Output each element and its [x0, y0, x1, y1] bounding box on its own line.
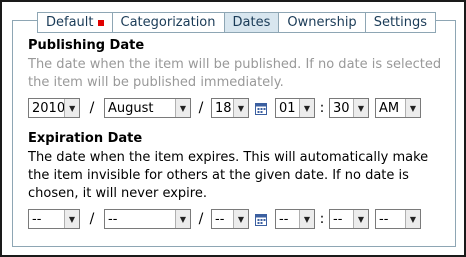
expiration-ampm-value: -- [379, 211, 389, 227]
chevron-down-icon: ▼ [175, 210, 190, 228]
time-separator: : [319, 100, 325, 116]
date-separator: / [89, 211, 95, 227]
publishing-hour-select[interactable]: 01 ▼ [275, 98, 315, 118]
publishing-minute-select[interactable]: 30 ▼ [329, 98, 369, 118]
publishing-description: The date when the item will be published… [28, 57, 442, 90]
chevron-down-icon: ▼ [405, 210, 420, 228]
expiration-month-select[interactable]: -- ▼ [104, 209, 191, 229]
tab-dates-label: Dates [232, 15, 271, 30]
publishing-month-select[interactable]: August ▼ [104, 98, 191, 118]
expiration-minute-value: -- [333, 211, 343, 227]
publishing-day-select[interactable]: 18 ▼ [211, 98, 249, 118]
tab-bar: Default Categorization Dates Ownership S… [37, 12, 437, 33]
required-indicator [97, 20, 104, 26]
tab-default[interactable]: Default [37, 12, 113, 33]
expiration-description: The date when the item expires. This wil… [28, 150, 429, 201]
time-separator: : [319, 211, 325, 227]
publishing-ampm-value: AM [379, 100, 400, 116]
window-frame: Default Categorization Dates Ownership S… [0, 0, 466, 257]
chevron-down-icon: ▼ [233, 99, 248, 117]
expiration-hour-value: -- [279, 211, 289, 227]
publishing-ampm-select[interactable]: AM ▼ [375, 98, 421, 118]
date-separator: / [198, 211, 204, 227]
publishing-year-value: 2010 [32, 100, 65, 116]
expiration-year-value: -- [32, 211, 42, 227]
chevron-down-icon: ▼ [405, 99, 420, 117]
chevron-down-icon: ▼ [353, 210, 368, 228]
expiration-day-select[interactable]: -- ▼ [211, 209, 249, 229]
expiration-day-value: -- [215, 211, 225, 227]
expiration-minute-select[interactable]: -- ▼ [329, 209, 369, 229]
calendar-icon[interactable] [253, 211, 269, 227]
chevron-down-icon: ▼ [64, 99, 79, 117]
tab-categorization-label: Categorization [120, 15, 216, 30]
chevron-down-icon: ▼ [64, 210, 79, 228]
calendar-icon[interactable] [253, 100, 269, 116]
tab-ownership[interactable]: Ownership [279, 12, 366, 33]
publishing-date-row: 2010 ▼ / August ▼ / 18 ▼ 01 ▼: 30 ▼ AM … [28, 98, 453, 118]
publishing-title: Publishing Date [28, 38, 145, 53]
tab-default-label: Default [46, 15, 94, 30]
expiration-title: Expiration Date [28, 131, 143, 146]
publishing-day-value: 18 [215, 100, 232, 116]
chevron-down-icon: ▼ [299, 210, 314, 228]
tab-ownership-label: Ownership [287, 15, 357, 30]
publishing-minute-value: 30 [333, 100, 350, 116]
publishing-year-select[interactable]: 2010 ▼ [28, 98, 80, 118]
publishing-month-value: August [108, 100, 154, 116]
chevron-down-icon: ▼ [299, 99, 314, 117]
tab-settings-label: Settings [373, 15, 428, 30]
tab-settings[interactable]: Settings [365, 12, 437, 33]
expiration-year-select[interactable]: -- ▼ [28, 209, 80, 229]
chevron-down-icon: ▼ [233, 210, 248, 228]
expiration-section: Expiration Date The date when the item e… [28, 131, 453, 229]
dates-panel: Publishing Date The date when the item w… [12, 20, 456, 247]
date-separator: / [198, 100, 204, 116]
chevron-down-icon: ▼ [353, 99, 368, 117]
expiration-ampm-select[interactable]: -- ▼ [375, 209, 421, 229]
expiration-date-row: -- ▼ / -- ▼ / -- ▼ -- ▼: -- ▼ -- ▼ [28, 209, 453, 229]
tab-dates[interactable]: Dates [224, 12, 280, 33]
publishing-section: Publishing Date The date when the item w… [28, 38, 453, 118]
publishing-hour-value: 01 [279, 100, 296, 116]
tab-categorization[interactable]: Categorization [112, 12, 225, 33]
chevron-down-icon: ▼ [175, 99, 190, 117]
expiration-month-value: -- [108, 211, 118, 227]
expiration-hour-select[interactable]: -- ▼ [275, 209, 315, 229]
date-separator: / [89, 100, 95, 116]
